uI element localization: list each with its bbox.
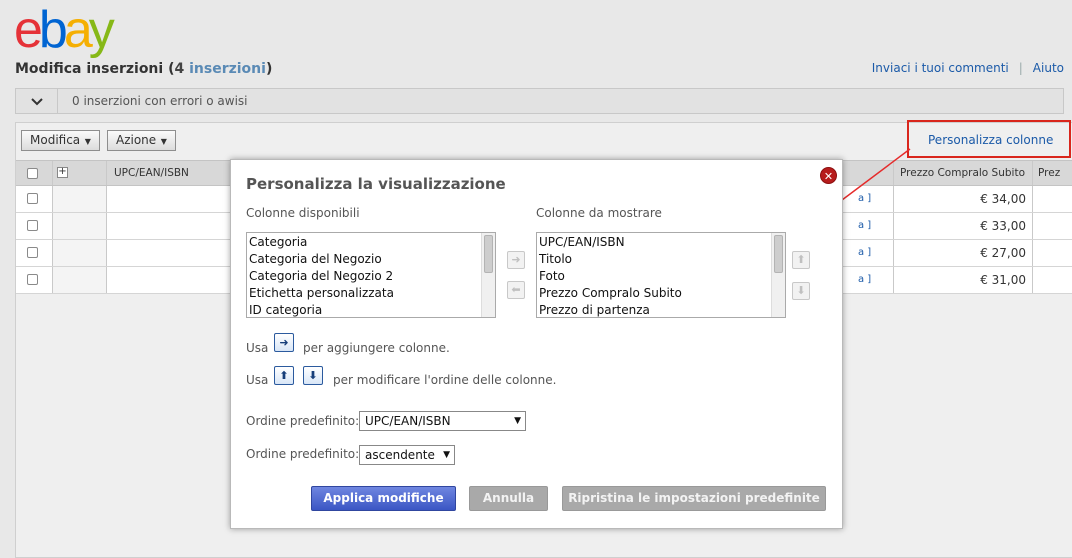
list-item[interactable]: Etichetta personalizzata: [249, 285, 394, 302]
errors-bar: 0 inserzioni con errori o awisi: [15, 88, 1064, 114]
list-item[interactable]: Categoria: [249, 234, 394, 251]
row-checkbox[interactable]: [27, 193, 38, 204]
sort-direction-select[interactable]: ascendente ▼: [359, 445, 455, 465]
help-link[interactable]: Aiuto: [1033, 61, 1064, 75]
col-header-upc[interactable]: UPC/EAN/ISBN: [114, 167, 189, 179]
listing-count-label: inserzioni: [189, 61, 266, 77]
use-label: Usa: [246, 341, 269, 355]
edit-dropdown-button[interactable]: Modifica ▼: [21, 130, 100, 151]
select-all-checkbox[interactable]: [27, 168, 38, 179]
sort-direction-label: Ordine predefinito:: [246, 447, 360, 461]
customize-columns-link[interactable]: Personalizza colonne: [928, 133, 1053, 147]
available-columns-list[interactable]: Categoria Categoria del Negozio Categori…: [246, 232, 496, 318]
apply-button[interactable]: Applica modifiche: [311, 486, 456, 511]
expand-errors-button[interactable]: [16, 89, 58, 113]
dialog-title: Personalizza la visualizzazione: [246, 175, 506, 193]
caret-down-icon: ▼: [82, 137, 91, 146]
chevron-down-icon: [30, 97, 43, 105]
cancel-button[interactable]: Annulla: [469, 486, 548, 511]
arrow-up-icon: ⬆: [274, 366, 294, 385]
list-item[interactable]: Categoria del Negozio 2: [249, 268, 394, 285]
top-links: Inviaci i tuoi commenti | Aiuto: [871, 61, 1064, 75]
chevron-down-icon: ▼: [514, 416, 521, 426]
arrow-down-icon: ⬇: [303, 366, 323, 385]
row-link[interactable]: a ]: [858, 247, 871, 258]
list-item[interactable]: Prezzo di partenza: [539, 302, 682, 317]
arrow-right-icon: ➜: [274, 333, 294, 352]
expand-all-icon[interactable]: +: [57, 167, 68, 178]
customize-view-dialog: Personalizza la visualizzazione ✕ Colonn…: [230, 159, 843, 529]
list-item[interactable]: ID categoria: [249, 302, 394, 317]
list-item[interactable]: UPC/EAN/ISBN: [539, 234, 682, 251]
feedback-link[interactable]: Inviaci i tuoi commenti: [872, 61, 1009, 75]
sort-field-label: Ordine predefinito:: [246, 414, 360, 428]
order-hint: per modificare l'ordine delle colonne.: [333, 373, 557, 387]
close-icon[interactable]: ✕: [820, 167, 837, 184]
shown-columns-list[interactable]: UPC/EAN/ISBN Titolo Foto Prezzo Compralo…: [536, 232, 786, 318]
action-dropdown-button[interactable]: Azione ▼: [107, 130, 176, 151]
buy-now-price[interactable]: € 27,00: [980, 246, 1026, 260]
list-item[interactable]: Titolo: [539, 251, 682, 268]
scrollbar[interactable]: [481, 233, 495, 317]
listing-count: 4: [174, 61, 185, 77]
chevron-down-icon: ▼: [443, 450, 450, 460]
move-down-button[interactable]: ⬇: [792, 282, 810, 300]
row-checkbox[interactable]: [27, 274, 38, 285]
ebay-logo[interactable]: ebay: [14, 2, 115, 58]
add-hint: per aggiungere colonne.: [303, 341, 450, 355]
use-label: Usa: [246, 373, 269, 387]
move-up-button[interactable]: ⬆: [792, 251, 810, 269]
list-item[interactable]: Categoria del Negozio: [249, 251, 394, 268]
list-item[interactable]: Foto: [539, 268, 682, 285]
page-title: Modifica inserzioni (4 inserzioni): [15, 61, 273, 77]
sort-field-select[interactable]: UPC/EAN/ISBN ▼: [359, 411, 526, 431]
row-checkbox[interactable]: [27, 247, 38, 258]
buy-now-price[interactable]: € 31,00: [980, 273, 1026, 287]
shown-columns-label: Colonne da mostrare: [536, 206, 662, 220]
row-link[interactable]: a ]: [858, 274, 871, 285]
available-columns-label: Colonne disponibili: [246, 206, 360, 220]
col-header-next[interactable]: Prez: [1038, 167, 1060, 179]
errors-text: 0 inserzioni con errori o awisi: [72, 94, 248, 108]
buy-now-price[interactable]: € 34,00: [980, 192, 1026, 206]
scrollbar[interactable]: [771, 233, 785, 317]
caret-down-icon: ▼: [158, 137, 167, 146]
buy-now-price[interactable]: € 33,00: [980, 219, 1026, 233]
remove-column-button[interactable]: ⬅: [507, 281, 525, 299]
list-item[interactable]: Prezzo Compralo Subito: [539, 285, 682, 302]
add-column-button[interactable]: ➜: [507, 251, 525, 269]
reset-defaults-button[interactable]: Ripristina le impostazioni predefinite: [562, 486, 826, 511]
row-checkbox[interactable]: [27, 220, 38, 231]
